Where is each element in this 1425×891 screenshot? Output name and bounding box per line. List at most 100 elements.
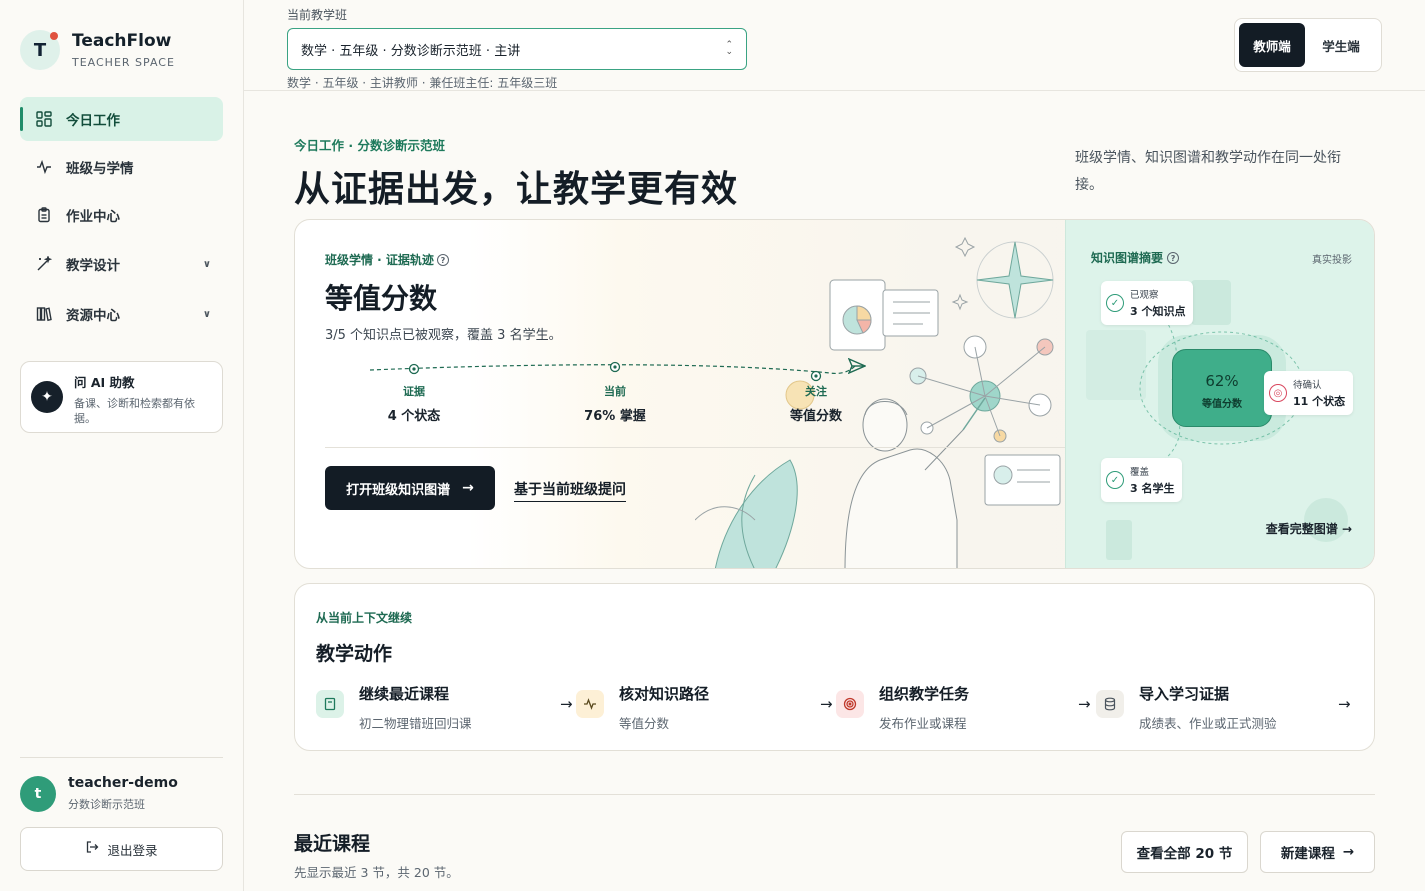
knowledge-graph-summary: 知识图谱摘要? 真实投影 ✓ 已观察 3 个知识点 62% 等值分数 ◎ 待确认…: [1065, 220, 1374, 568]
action-check-path[interactable]: 核对知识路径 等值分数: [576, 683, 709, 732]
chevron-down-icon: ∨: [202, 258, 211, 270]
evidence-step: 证据 4 个状态: [354, 383, 474, 424]
evidence-card: 班级学情 · 证据轨迹? 等值分数 3/5 个知识点已被观察，覆盖 3 名学生。: [294, 219, 1375, 569]
brand[interactable]: T TeachFlow TEACHER SPACE: [20, 30, 175, 70]
new-course-button[interactable]: 新建课程 →: [1260, 831, 1375, 873]
focus-step: 关注 等值分数: [756, 383, 876, 424]
action-name: 核对知识路径: [619, 685, 710, 703]
database-icon: [1096, 690, 1124, 718]
action-import-evidence[interactable]: 导入学习证据 成绩表、作业或正式测验: [1096, 683, 1277, 732]
action-name: 继续最近课程: [359, 685, 450, 703]
send-icon: [848, 358, 866, 374]
sidebar-item-label: 教学设计: [66, 258, 120, 274]
check-icon: ✓: [1106, 294, 1124, 312]
action-description: 初二物理错班回归课: [359, 716, 472, 731]
select-arrows-icon: ⌃ ⌄: [725, 39, 733, 57]
section-divider: [294, 794, 1375, 795]
logout-icon: [85, 840, 99, 858]
role-teacher-button[interactable]: 教师端: [1239, 23, 1306, 67]
action-continue-course[interactable]: 继续最近课程 初二物理错班回归课: [316, 683, 472, 732]
brand-logo-letter: T: [33, 39, 47, 61]
observed-chip: ✓ 已观察 3 个知识点: [1101, 281, 1194, 325]
page-title: 从证据出发，让教学更有效: [294, 169, 739, 210]
target-icon: ◎: [1269, 384, 1287, 402]
pending-label: 待确认: [1293, 380, 1322, 391]
evidence-card-divider: [325, 447, 1065, 448]
logout-label: 退出登录: [107, 842, 158, 858]
new-course-label: 新建课程: [1280, 846, 1335, 862]
role-toggle: 教师端 学生端: [1234, 18, 1382, 72]
role-student-button[interactable]: 学生端: [1305, 23, 1377, 67]
class-meta: 数学 · 五年级 · 主讲教师 · 兼任班主任: 五年级三班: [287, 76, 558, 90]
library-icon: [34, 306, 54, 322]
action-organize-task[interactable]: 组织教学任务 发布作业或课程: [836, 683, 969, 732]
focus-step-label: 关注: [805, 385, 827, 398]
sparkles-icon: ✦: [31, 381, 63, 413]
action-description: 等值分数: [619, 716, 670, 731]
sidebar-item-label: 作业中心: [66, 209, 120, 225]
recent-courses-subtitle: 先显示最近 3 节，共 20 节。: [294, 865, 459, 880]
pulse-icon: [576, 690, 604, 718]
view-full-graph-label: 查看完整图谱: [1265, 522, 1338, 536]
action-description: 成绩表、作业或正式测验: [1139, 716, 1277, 731]
focus-step-value: 等值分数: [789, 409, 842, 424]
pending-value: 11 个状态: [1293, 395, 1346, 408]
ai-assistant-title: 问 AI 助教: [74, 375, 135, 390]
action-name: 组织教学任务: [879, 685, 970, 703]
ask-about-class-link[interactable]: 基于当前班级提问: [514, 479, 626, 502]
covered-label: 覆盖: [1130, 467, 1150, 478]
evidence-track: [369, 361, 856, 382]
hero-eyebrow: 今日工作 · 分数诊断示范班: [294, 138, 445, 153]
sidebar-item-lesson-design[interactable]: 教学设计 ∨: [20, 241, 223, 287]
pending-chip: ◎ 待确认 11 个状态: [1264, 371, 1354, 415]
notification-dot: [50, 32, 58, 40]
user-class: 分数诊断示范班: [68, 798, 145, 811]
class-select[interactable]: 数学 · 五年级 · 分数诊断示范班 · 主讲 ⌃ ⌄: [287, 28, 747, 70]
covered-value: 3 名学生: [1130, 482, 1175, 495]
brand-name: TeachFlow: [72, 31, 172, 51]
user-profile[interactable]: t teacher-demo 分数诊断示范班: [20, 775, 178, 812]
view-full-graph-link[interactable]: 查看完整图谱 →: [1266, 520, 1352, 537]
actions-eyebrow: 从当前上下文继续: [316, 611, 413, 625]
logout-button[interactable]: 退出登录: [20, 827, 223, 871]
center-node-name: 等值分数: [1202, 399, 1242, 410]
knowledge-graph-tag: 真实投影: [1312, 255, 1352, 266]
arrow-right-icon: →: [560, 695, 573, 713]
sidebar-item-label: 资源中心: [66, 308, 120, 324]
evidence-step-label: 证据: [403, 385, 425, 398]
class-select-label: 当前教学班: [287, 8, 348, 22]
sidebar-item-homework[interactable]: 作业中心: [20, 193, 223, 237]
avatar: t: [20, 775, 56, 812]
class-select-value: 数学 · 五年级 · 分数诊断示范班 · 主讲: [301, 43, 521, 59]
hero-description: 班级学情、知识图谱和教学动作在同一处衔接。: [1075, 150, 1341, 193]
check-icon: ✓: [1106, 471, 1124, 489]
sidebar-item-label: 班级与学情: [66, 161, 134, 177]
knowledge-graph-title: 知识图谱摘要?: [1091, 249, 1180, 266]
center-node-percent: 62%: [1205, 372, 1239, 390]
sidebar-item-resources[interactable]: 资源中心 ∨: [20, 291, 223, 337]
current-step: 当前 76% 掌握: [555, 383, 675, 424]
brand-subtitle: TEACHER SPACE: [72, 56, 175, 69]
sidebar-item-class-insights[interactable]: 班级与学情: [20, 145, 223, 189]
arrow-right-icon: →: [1341, 522, 1352, 536]
covered-chip: ✓ 覆盖 3 名学生: [1101, 458, 1183, 502]
dashboard-icon: [34, 111, 54, 127]
book-icon: [316, 690, 344, 718]
chevron-down-icon: ∨: [202, 308, 211, 320]
actions-title: 教学动作: [316, 643, 393, 665]
arrow-right-icon: →: [1342, 844, 1355, 860]
view-all-courses-button[interactable]: 查看全部 20 节: [1121, 831, 1248, 873]
sidebar-item-today[interactable]: 今日工作: [20, 97, 223, 141]
open-knowledge-graph-button[interactable]: 打开班级知识图谱 →: [325, 466, 495, 510]
target-icon: [836, 690, 864, 718]
ai-assistant-card[interactable]: ✦ 问 AI 助教 备课、诊断和检索都有依据。: [20, 361, 223, 433]
help-icon[interactable]: ?: [1167, 252, 1180, 264]
current-step-value: 76% 掌握: [584, 409, 646, 424]
knowledge-graph-center-node[interactable]: 62% 等值分数: [1172, 349, 1272, 427]
arrow-right-icon[interactable]: →: [1338, 695, 1351, 713]
teaching-actions-card: 从当前上下文继续 教学动作 继续最近课程 初二物理错班回归课 → 核对知识路径 …: [294, 583, 1375, 751]
action-description: 发布作业或课程: [879, 716, 967, 731]
clipboard-icon: [34, 207, 54, 223]
current-step-label: 当前: [604, 385, 626, 398]
evidence-step-value: 4 个状态: [387, 409, 441, 424]
